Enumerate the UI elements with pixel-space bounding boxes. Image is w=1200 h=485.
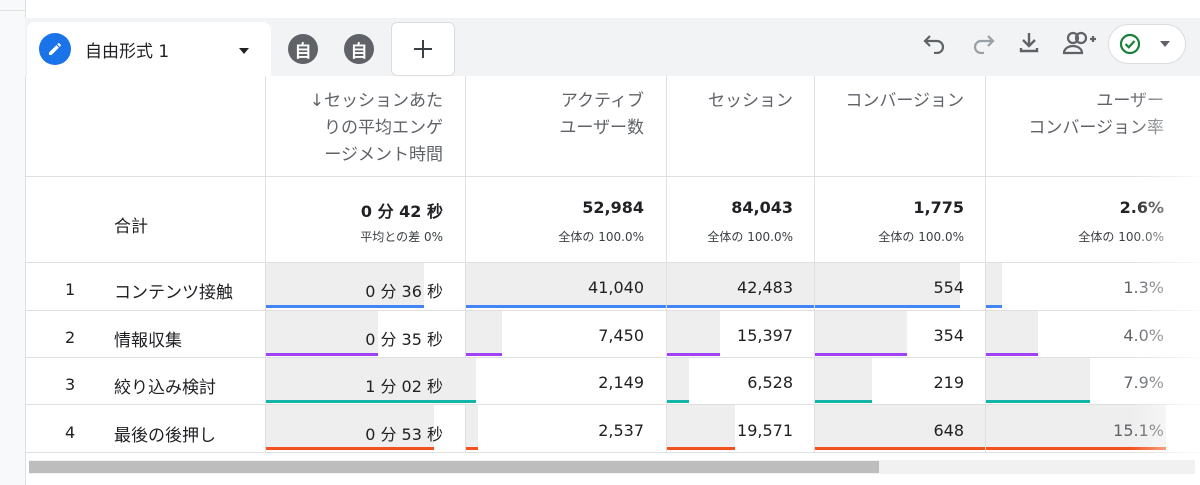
totals-label: 合計 [114,217,148,237]
row-number: 1 [65,280,76,299]
cell: 19,571 [737,421,793,440]
cell: 7,450 [598,326,644,345]
row-number: 3 [65,375,76,394]
total-value: 52,984 [582,198,644,217]
cell: 6,528 [747,373,793,392]
column-header-user-conversion-rate[interactable]: ユーザー コンバージョン率 [985,88,1164,142]
cell: 2,537 [598,421,644,440]
cell: 15.1% [1113,421,1164,440]
status-check-icon [1119,33,1141,55]
share-user-icon[interactable] [1061,30,1097,60]
total-sub: 全体の 100.0% [558,230,644,244]
cell: 7.9% [1123,373,1164,392]
add-tab-button[interactable] [391,22,455,76]
total-value: 84,043 [731,198,793,217]
column-header-conversions[interactable]: コンバージョン [814,88,964,115]
tab-free-3[interactable]: 自 [331,22,387,76]
cell: 1.3% [1123,278,1164,297]
cell: 41,040 [588,278,644,297]
data-table: ↓セッションあた りの平均エンゲ ージメント時間 アクティブ ユーザー数 セッシ… [25,76,1200,476]
download-icon[interactable] [1017,30,1041,58]
row-label: 情報収集 [114,331,182,351]
cell: 0 分 35 秒 [365,330,443,349]
row-label: コンテンツ接触 [114,283,233,303]
column-header-active-users[interactable]: アクティブ ユーザー数 [465,88,644,142]
chevron-down-icon[interactable] [237,41,251,60]
tab-badge: 自 [288,34,318,64]
cell: 1 分 02 秒 [365,377,443,396]
status-dropdown[interactable] [1108,24,1186,64]
cell: 4.0% [1123,326,1164,345]
cell: 219 [933,373,964,392]
redo-icon[interactable] [970,30,996,58]
row-label: 最後の後押し [114,426,216,446]
column-header-sessions[interactable]: セッション [666,88,793,115]
total-sub: 全体の 100.0% [1078,230,1164,244]
row-label: 絞り込み検討 [114,378,216,398]
total-value: 0 分 42 秒 [360,202,443,221]
total-sub: 平均との差 0% [360,230,443,244]
cell: 648 [933,421,964,440]
cell: 2,149 [598,373,644,392]
tab-freeform-1[interactable]: 自由形式 1 [27,22,271,76]
cell: 0 分 53 秒 [365,425,443,444]
cell: 354 [933,326,964,345]
total-value: 2.6% [1119,198,1164,217]
tab-title: 自由形式 1 [85,41,170,62]
cell: 0 分 36 秒 [365,282,443,301]
tab-badge: 自 [344,34,374,64]
column-header-engagement-time[interactable]: ↓セッションあた りの平均エンゲ ージメント時間 [265,88,443,169]
undo-icon[interactable] [922,30,948,58]
cell: 42,483 [737,278,793,297]
chevron-down-icon [1160,41,1170,47]
total-sub: 全体の 100.0% [707,230,793,244]
cell: 554 [933,278,964,297]
tab-free-2[interactable]: 自 [275,22,331,76]
edit-pencil-icon[interactable] [39,33,71,65]
row-number: 4 [65,423,76,442]
plus-icon [414,40,432,58]
row-number: 2 [65,328,76,347]
horizontal-scrollbar-thumb[interactable] [29,461,879,473]
cell: 15,397 [737,326,793,345]
total-sub: 全体の 100.0% [878,230,964,244]
total-value: 1,775 [913,198,964,217]
